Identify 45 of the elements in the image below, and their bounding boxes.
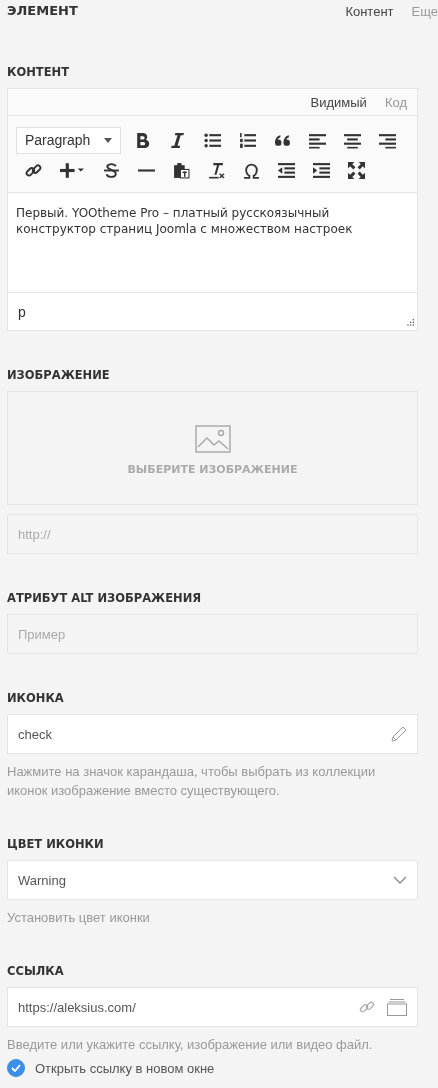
section-label: ЦВЕТ ИКОНКИ [7,837,105,851]
panel-title: ЭЛЕМЕНТ [7,2,78,18]
numbered-list-icon[interactable] [239,131,257,149]
align-right-icon[interactable] [379,131,397,149]
checkmark-icon [11,1064,21,1072]
editor-text[interactable]: Первый. YOOtheme Pro – платный русскоязычный конструктор страниц Joomla с множеством настроек [8,193,417,293]
chevron-down-icon [393,876,407,884]
strikethrough-icon[interactable] [103,161,120,179]
section-label: КОНТЕНТ [7,65,70,79]
link-icon[interactable] [25,161,42,179]
format-dropdown[interactable]: Paragraph [16,126,122,154]
link-input[interactable]: https://aleksius.com/ [7,987,418,1027]
help-text: Установить цвет иконки [7,909,151,927]
outdent-icon[interactable] [278,161,295,179]
align-center-icon[interactable] [344,131,362,149]
checkbox-label: Открыть ссылку в новом окне [35,1060,215,1076]
section-label: ИЗОБРАЖЕНИЕ [7,368,111,382]
section-label: АТРИБУТ ALT ИЗОБРАЖЕНИЯ [7,591,203,605]
italic-icon[interactable] [169,131,187,149]
align-left-icon[interactable] [309,131,327,149]
folder-icon[interactable] [387,998,407,1016]
section-label: ИКОНКА [7,691,65,705]
paste-text-icon[interactable] [173,161,190,179]
panel-tab[interactable]: Контент [345,3,394,19]
clear-format-icon[interactable] [208,161,225,179]
element-path: p [18,303,26,320]
insert-icon[interactable] [60,161,85,179]
omega-icon[interactable] [243,161,260,179]
indent-icon[interactable] [313,161,330,179]
bold-icon[interactable] [134,131,152,149]
checkbox[interactable] [7,1059,25,1077]
section-label: ССЫЛКА [7,964,65,978]
help-text: Нажмите на значок карандаша, чтобы выбрать из коллекции иконок изображение вместо существующего. [7,763,377,800]
pencil-icon[interactable] [391,726,407,742]
caret-icon [104,137,113,143]
editor-tab[interactable]: Видимый [310,94,367,110]
image-icon [194,425,231,453]
help-text: Введите или укажите ссылку, изображение или видео файл. [7,1036,374,1054]
color-select[interactable]: Warning [7,860,418,900]
bullet-list-icon[interactable] [204,131,222,149]
url-input[interactable]: http:// [7,514,418,554]
icon-input[interactable]: check [7,714,418,754]
alt-input[interactable]: Пример [7,614,418,654]
fullscreen-icon[interactable] [348,161,365,179]
resize-handle-icon[interactable] [406,319,414,327]
